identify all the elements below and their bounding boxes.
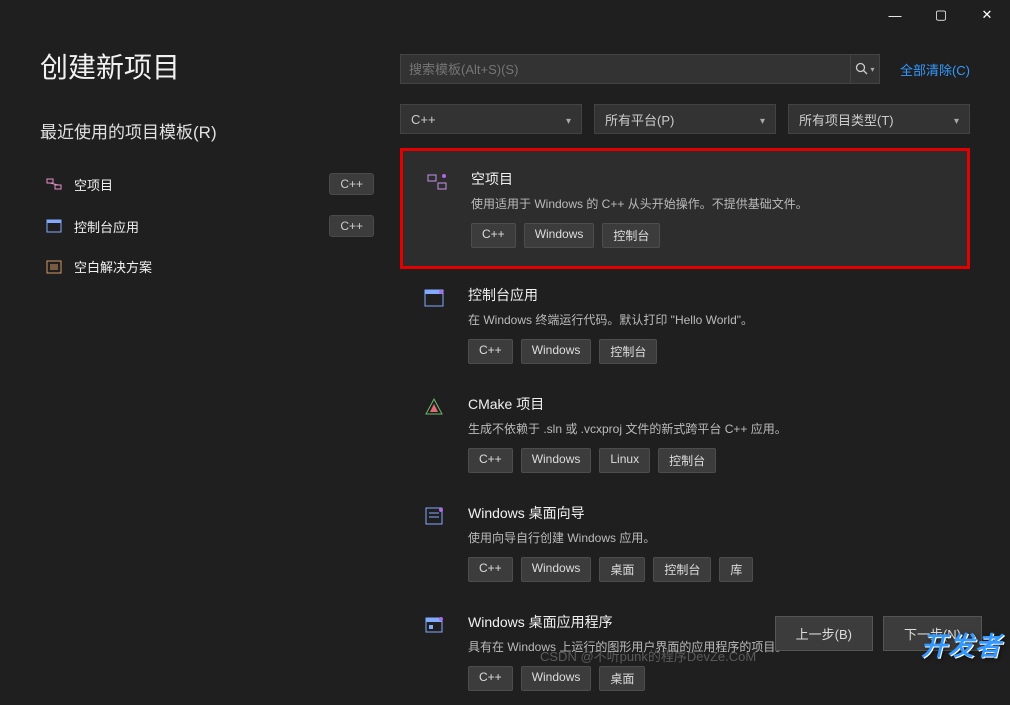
chevron-down-icon: ▾	[870, 65, 874, 74]
template-tag: 桌面	[599, 666, 645, 691]
template-item[interactable]: CMake 项目 生成不依赖于 .sln 或 .vcxproj 文件的新式跨平台…	[400, 378, 970, 487]
template-tag: 控制台	[602, 223, 660, 248]
chevron-down-icon	[954, 112, 959, 127]
template-item[interactable]: 空项目 使用适用于 Windows 的 C++ 从头开始操作。不提供基础文件。 …	[400, 148, 970, 269]
maximize-button[interactable]: ▢	[918, 0, 964, 30]
template-tag: 桌面	[599, 557, 645, 582]
template-title: 控制台应用	[468, 285, 950, 305]
template-icon	[423, 169, 451, 248]
template-description: 在 Windows 终端运行代码。默认打印 "Hello World"。	[468, 311, 950, 329]
search-button[interactable]: ▾	[850, 54, 880, 84]
recent-heading: 最近使用的项目模板(R)	[40, 118, 380, 143]
template-tags: C++ Windows Linux 控制台	[468, 448, 950, 473]
template-tag: C++	[468, 666, 513, 691]
template-tags: C++ Windows 控制台	[468, 339, 950, 364]
template-description: 使用向导自行创建 Windows 应用。	[468, 529, 950, 547]
template-tag: C++	[468, 339, 513, 364]
template-icon	[420, 394, 448, 473]
recent-item-label: 空白解决方案	[74, 257, 152, 276]
console-icon	[46, 218, 62, 234]
template-icon	[420, 503, 448, 582]
filter-platform[interactable]: 所有平台(P)	[594, 104, 776, 134]
recent-item-label: 空项目	[74, 175, 113, 194]
search-input-container[interactable]	[400, 54, 851, 84]
language-badge: C++	[329, 215, 374, 237]
language-badge: C++	[329, 173, 374, 195]
template-tags: C++ Windows 控制台	[471, 223, 947, 248]
filter-language[interactable]: C++	[400, 104, 582, 134]
template-item[interactable]: Windows 桌面向导 使用向导自行创建 Windows 应用。 C++ Win…	[400, 487, 970, 596]
filter-project-type[interactable]: 所有项目类型(T)	[788, 104, 970, 134]
template-icon	[420, 612, 448, 691]
watermark-devze: 开发者	[921, 626, 1002, 663]
chevron-down-icon	[760, 112, 765, 127]
recent-item-label: 控制台应用	[74, 217, 139, 236]
template-tag: 控制台	[658, 448, 716, 473]
template-tag: C++	[468, 557, 513, 582]
template-title: CMake 项目	[468, 394, 950, 414]
template-tag: Windows	[521, 666, 592, 691]
template-title: Windows 桌面向导	[468, 503, 950, 523]
filter-label: 所有项目类型(T)	[799, 110, 894, 129]
template-description: 使用适用于 Windows 的 C++ 从头开始操作。不提供基础文件。	[471, 195, 947, 213]
template-tags: C++ Windows 桌面控制台库	[468, 557, 950, 582]
recent-item-blank-solution[interactable]: 空白解决方案	[40, 247, 380, 286]
watermark-csdn: CSDN @不听punk的程序DevZe.CoM	[540, 646, 756, 665]
template-tag: C++	[471, 223, 516, 248]
template-description: 生成不依赖于 .sln 或 .vcxproj 文件的新式跨平台 C++ 应用。	[468, 420, 950, 438]
template-tag: Linux	[599, 448, 650, 473]
template-tag: Windows	[521, 339, 592, 364]
template-tag: Windows	[524, 223, 595, 248]
template-tags: C++ Windows 桌面	[468, 666, 950, 691]
filter-label: C++	[411, 112, 436, 127]
search-icon	[855, 62, 869, 76]
recent-item-console-app[interactable]: 控制台应用 C++	[40, 205, 380, 247]
titlebar: — ▢ ✕	[0, 0, 1010, 30]
search-input[interactable]	[409, 62, 842, 77]
template-icon	[420, 285, 448, 364]
filter-label: 所有平台(P)	[605, 110, 674, 129]
recent-item-empty-project[interactable]: 空项目 C++	[40, 163, 380, 205]
template-item[interactable]: 控制台应用 在 Windows 终端运行代码。默认打印 "Hello World…	[400, 269, 970, 378]
clear-all-link[interactable]: 全部清除(C)	[900, 60, 970, 79]
page-title: 创建新项目	[40, 46, 380, 86]
empty-project-icon	[46, 176, 62, 192]
back-button[interactable]: 上一步(B)	[775, 616, 873, 651]
close-button[interactable]: ✕	[964, 0, 1010, 30]
template-tag: 控制台	[599, 339, 657, 364]
template-tag: 控制台	[653, 557, 711, 582]
chevron-down-icon	[566, 112, 571, 127]
template-tag: C++	[468, 448, 513, 473]
template-title: 空项目	[471, 169, 947, 189]
template-tag: 库	[719, 557, 753, 582]
minimize-button[interactable]: —	[872, 0, 918, 30]
template-tag: Windows	[521, 448, 592, 473]
blank-solution-icon	[46, 259, 62, 275]
template-tag: Windows	[521, 557, 592, 582]
